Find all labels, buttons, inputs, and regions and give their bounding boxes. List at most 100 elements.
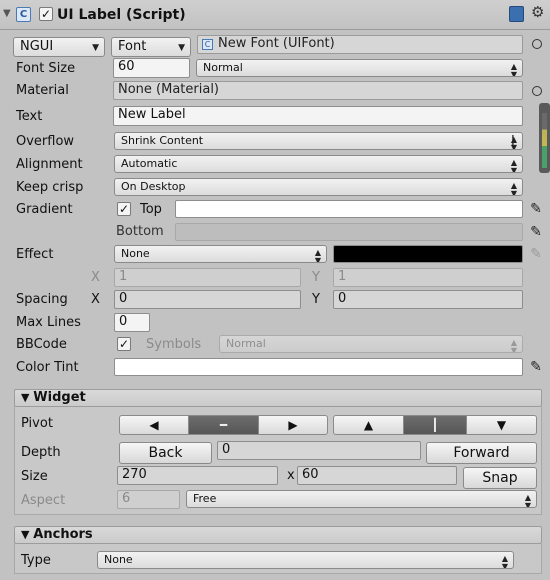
eyedropper-icon[interactable]: ✎ — [528, 358, 544, 376]
object-picker-icon[interactable] — [532, 39, 542, 49]
material-label: Material — [16, 83, 69, 98]
symbols-label: Symbols — [146, 337, 202, 352]
pivot-left-button[interactable]: ◀ — [119, 415, 189, 435]
eyedropper-icon[interactable]: ✎ — [528, 223, 544, 241]
pivot-top-button[interactable]: ▲ — [333, 415, 404, 435]
depth-forward-button[interactable]: Forward — [426, 442, 537, 464]
dropdown-arrows-icon: ▲ ▼ — [510, 62, 517, 77]
widget-section-title: Widget — [33, 390, 86, 405]
bbcode-checkbox[interactable]: ✓ — [117, 337, 131, 351]
dropdown-arrows-icon: ▲ ▼ — [510, 181, 517, 196]
anchor-type-dropdown[interactable]: None ▲ ▼ — [97, 551, 514, 569]
dropdown-arrows-icon: ▲ ▼ — [510, 158, 517, 173]
scrollbar-level-meter — [542, 113, 547, 168]
help-book-icon[interactable] — [509, 6, 524, 22]
bbcode-label: BBCode — [16, 337, 67, 352]
font-asset-icon: C — [202, 39, 213, 50]
overflow-dropdown[interactable]: Shrink Content ▲ ▼ — [114, 132, 523, 150]
effect-label: Effect — [16, 247, 54, 262]
color-tint-field[interactable] — [114, 358, 523, 376]
effect-y-label: Y — [312, 270, 320, 285]
font-style-value: Normal — [203, 61, 243, 74]
foldout-arrow-icon: ▼ — [21, 528, 34, 541]
dropdown-arrows-icon: ▲ ▼ — [314, 248, 321, 263]
anchor-type-label: Type — [21, 553, 51, 568]
pivot-label: Pivot — [21, 416, 53, 431]
anchors-section-title: Anchors — [33, 527, 93, 542]
spacing-x-label: X — [91, 292, 100, 307]
eyedropper-icon[interactable]: ✎ — [528, 245, 544, 263]
alignment-label: Alignment — [16, 157, 83, 172]
keep-crisp-value: On Desktop — [121, 180, 186, 193]
font-style-dropdown[interactable]: Normal ▲ ▼ — [196, 59, 523, 77]
dropdown-arrow-icon: ▼ — [92, 43, 99, 53]
text-cursor-icon: I — [511, 134, 515, 149]
dropdown-arrow-icon: ▼ — [178, 43, 185, 53]
symbols-dropdown[interactable]: Normal ▲ ▼ — [219, 335, 523, 353]
depth-label: Depth — [21, 445, 61, 460]
width-input[interactable]: 270 — [117, 466, 278, 485]
gradient-label: Gradient — [16, 202, 73, 217]
effect-x-label: X — [91, 270, 100, 285]
overflow-label: Overflow — [16, 134, 75, 149]
depth-back-button[interactable]: Back — [119, 442, 212, 464]
eyedropper-icon[interactable]: ✎ — [528, 200, 544, 218]
pivot-right-button[interactable]: ▶ — [258, 415, 328, 435]
gradient-checkbox[interactable]: ✓ — [117, 202, 131, 216]
font-type-dropdown[interactable]: NGUI ▼ — [13, 37, 105, 57]
font-size-label: Font Size — [16, 61, 76, 76]
text-input[interactable]: New Label — [113, 106, 523, 126]
font-size-input[interactable]: 60 — [113, 58, 190, 78]
max-lines-label: Max Lines — [16, 315, 81, 330]
overflow-value: Shrink Content — [121, 134, 204, 147]
effect-color[interactable] — [333, 245, 523, 263]
gradient-bottom-color[interactable] — [175, 223, 523, 241]
pivot-center-button[interactable]: ━ — [188, 415, 259, 435]
dropdown-arrows-icon: ▲ ▼ — [524, 493, 531, 508]
depth-input[interactable]: 0 — [217, 441, 421, 460]
height-input[interactable]: 60 — [297, 466, 457, 485]
aspect-input[interactable]: 6 — [117, 490, 180, 509]
effect-x-input[interactable]: 1 — [114, 268, 301, 287]
gear-icon[interactable]: ⚙ — [531, 3, 544, 21]
text-label: Text — [16, 109, 43, 124]
max-lines-input[interactable]: 0 — [114, 313, 150, 332]
dropdown-arrows-icon: ▲ ▼ — [510, 338, 517, 353]
font-object-value: New Font (UIFont) — [218, 36, 335, 51]
snap-button[interactable]: Snap — [463, 467, 537, 489]
component-enabled-checkbox[interactable]: ✓ — [39, 7, 53, 21]
font-kind-value: Font — [118, 39, 147, 54]
spacing-y-input[interactable]: 0 — [333, 290, 523, 309]
spacing-label: Spacing — [16, 292, 68, 307]
font-kind-dropdown[interactable]: Font ▼ — [111, 37, 191, 57]
effect-y-input[interactable]: 1 — [333, 268, 523, 287]
effect-dropdown[interactable]: None ▲ ▼ — [114, 245, 327, 263]
alignment-dropdown[interactable]: Automatic ▲ ▼ — [114, 155, 523, 173]
pivot-bottom-button[interactable]: ▼ — [466, 415, 537, 435]
foldout-arrow-icon: ▼ — [21, 391, 34, 404]
material-object-field[interactable]: None (Material) — [113, 81, 523, 100]
gradient-bottom-label: Bottom — [116, 224, 164, 239]
keep-crisp-label: Keep crisp — [16, 180, 84, 195]
size-label: Size — [21, 469, 48, 484]
aspect-mode-value: Free — [193, 492, 217, 505]
anchor-type-value: None — [104, 553, 133, 566]
pivot-middle-button[interactable]: ┃ — [403, 415, 467, 435]
component-title: UI Label (Script) — [57, 7, 186, 23]
object-picker-icon[interactable] — [532, 86, 542, 96]
keep-crisp-dropdown[interactable]: On Desktop ▲ ▼ — [114, 178, 523, 196]
color-tint-label: Color Tint — [16, 360, 79, 375]
aspect-label: Aspect — [21, 493, 66, 508]
gradient-top-color[interactable] — [175, 200, 523, 218]
alignment-value: Automatic — [121, 157, 178, 170]
size-separator: x — [287, 468, 295, 483]
font-type-value: NGUI — [20, 39, 54, 54]
spacing-x-input[interactable]: 0 — [114, 290, 301, 309]
effect-value: None — [121, 247, 150, 260]
font-object-field[interactable]: C New Font (UIFont) — [197, 35, 523, 54]
aspect-mode-dropdown[interactable]: Free ▲ ▼ — [186, 490, 537, 508]
script-icon: C — [16, 7, 31, 22]
foldout-arrow-icon[interactable]: ▼ — [3, 8, 11, 19]
anchors-section-header[interactable]: ▼ Anchors — [14, 526, 542, 544]
widget-section-header[interactable]: ▼ Widget — [14, 389, 542, 407]
